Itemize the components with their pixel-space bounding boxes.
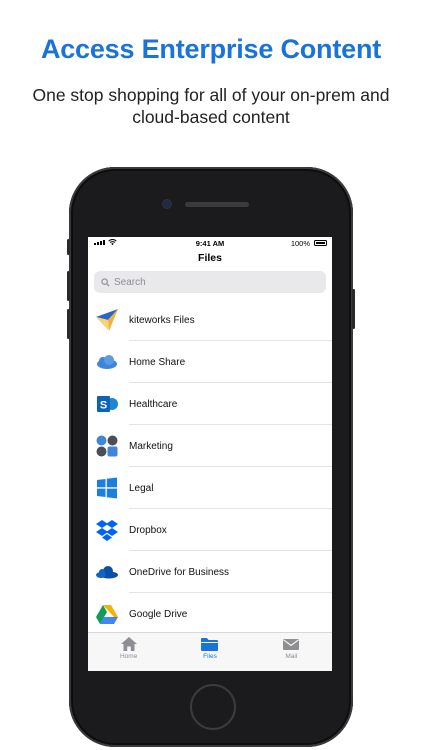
windows-icon [95,476,119,500]
onedrive-icon [95,560,119,584]
promo-headline: Access Enterprise Content [40,34,382,64]
volume-down-button [67,309,70,339]
volume-up-button [67,271,70,301]
promo-subline: One stop shopping for all of your on-pre… [32,85,390,127]
cloud-share-icon [95,350,119,374]
mail-icon [283,639,300,650]
network-share-icon [95,434,119,458]
tab-files[interactable]: Files [169,633,250,671]
dropbox-icon [95,518,119,542]
tab-label: Files [203,653,217,660]
source-item-dropbox[interactable]: Dropbox [88,509,332,551]
phone-screen: 9:41 AM 100% Files Search kiteworks File… [88,237,332,671]
source-item-marketing[interactable]: Marketing [88,425,332,467]
tab-label: Mail [285,653,298,660]
battery-percent: 100% [290,239,310,248]
source-item-google-drive[interactable]: Google Drive [88,593,332,635]
source-label: Home Share [129,356,186,368]
search-icon [101,277,110,287]
phone-frame: 9:41 AM 100% Files Search kiteworks File… [67,167,355,747]
source-label: OneDrive for Business [129,566,230,578]
folder-icon [201,638,219,651]
earpiece-speaker [185,202,249,207]
source-item-kiteworks[interactable]: kiteworks Files [88,299,332,341]
status-bar: 9:41 AM 100% [88,237,332,250]
sharepoint-icon: S [95,392,119,416]
source-label: Dropbox [129,524,167,536]
source-label: Google Drive [129,608,188,620]
source-item-home-share[interactable]: Home Share [88,341,332,383]
source-label: Healthcare [129,398,178,410]
source-label: Legal [129,482,154,494]
page-title: Files [198,252,222,264]
kiteworks-icon [95,308,119,332]
home-icon [120,637,137,651]
svg-text:S: S [100,400,107,412]
google-drive-icon [95,602,119,626]
front-camera [163,200,171,208]
source-item-legal[interactable]: Legal [88,467,332,509]
source-label: Marketing [129,440,173,452]
search-input[interactable]: Search [94,271,326,293]
battery-icon [314,240,327,246]
tab-label: Home [119,653,138,660]
source-item-onedrive[interactable]: OneDrive for Business [88,551,332,593]
search-placeholder: Search [114,276,146,288]
source-list: kiteworks Files Home Share S Healthcare … [88,299,332,635]
power-button [352,289,355,329]
tab-home[interactable]: Home [88,633,169,671]
home-button[interactable] [190,684,236,730]
tab-bar: Home Files Mail [88,632,332,671]
mute-switch [67,239,70,255]
source-label: kiteworks Files [129,314,195,326]
source-item-healthcare[interactable]: S Healthcare [88,383,332,425]
tab-mail[interactable]: Mail [251,633,332,671]
